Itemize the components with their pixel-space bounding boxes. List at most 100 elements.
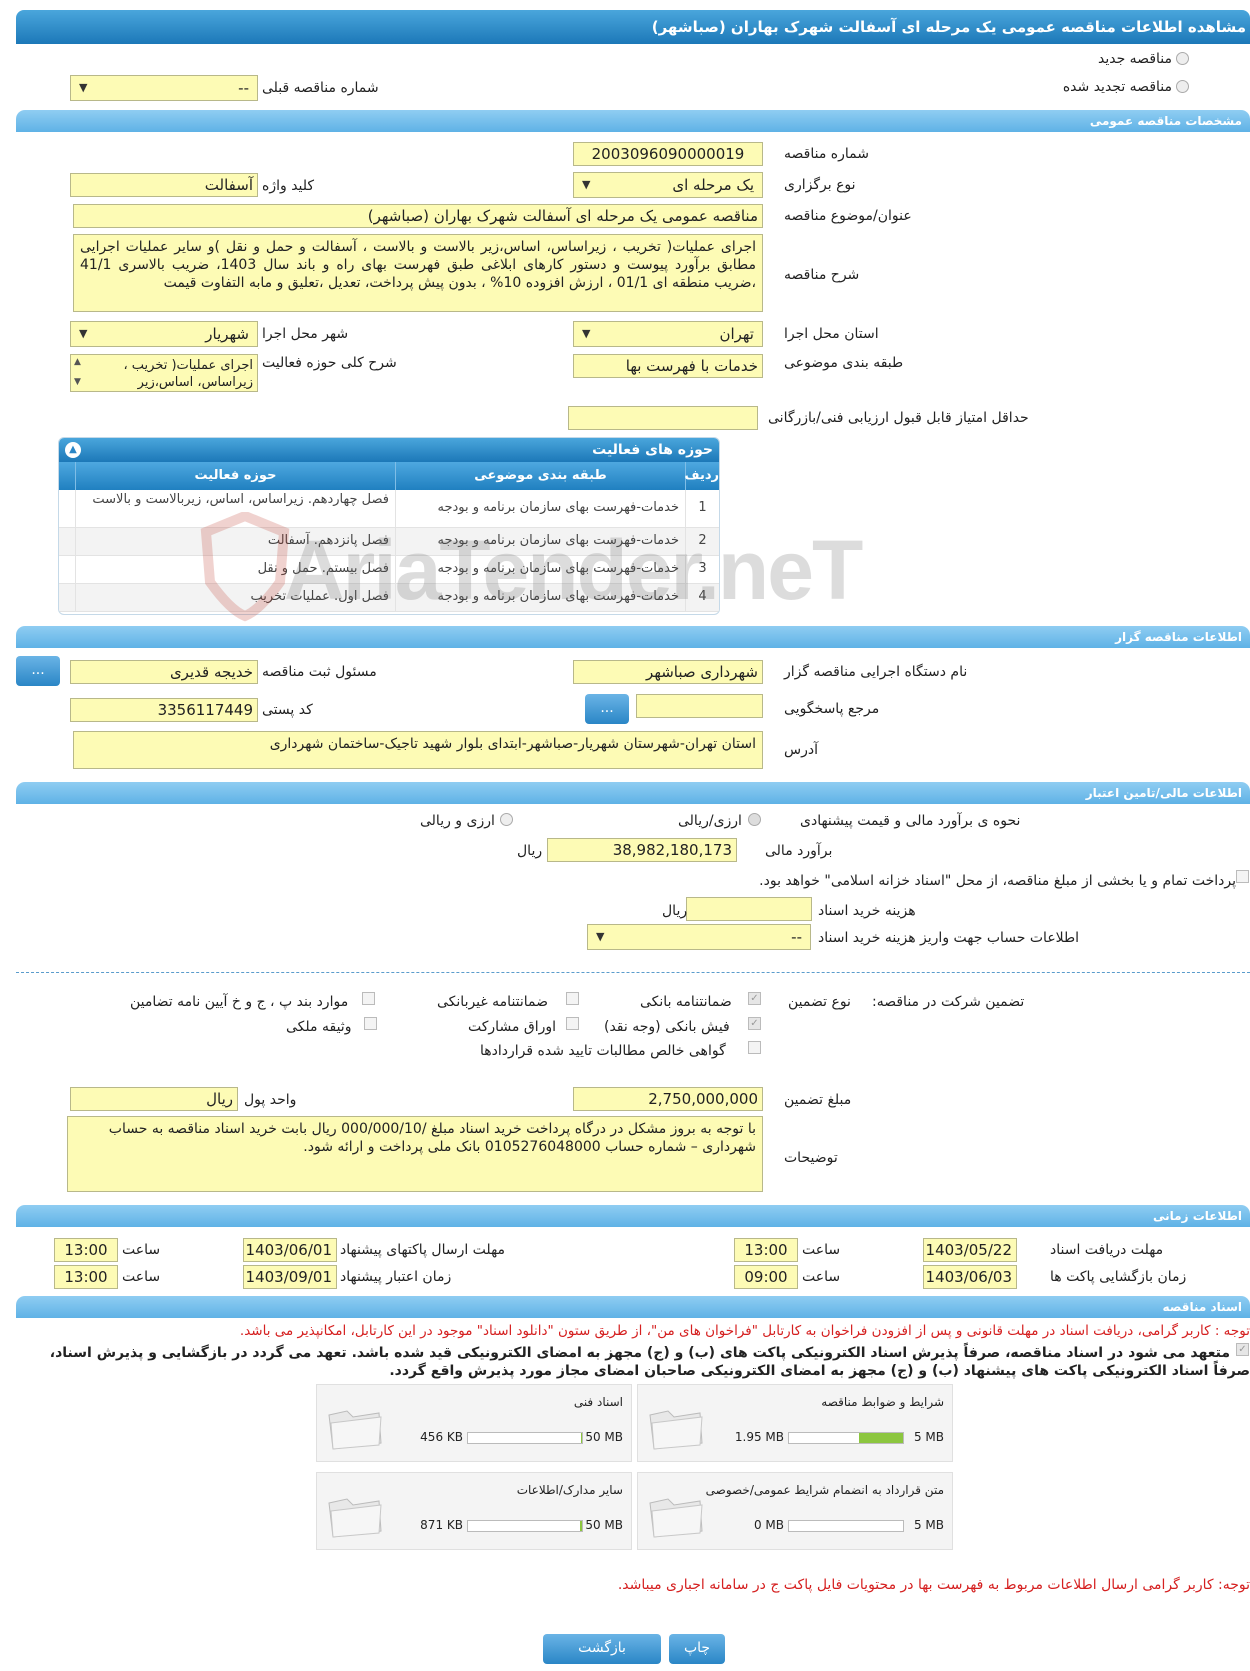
estimate-label: برآورد مالی <box>765 843 833 859</box>
claims-checkbox[interactable] <box>748 1041 761 1054</box>
rial-radio[interactable] <box>748 813 761 826</box>
activity-desc-text: اجرای عملیات( تخریب ، زیراساس، اساس،زیر <box>123 358 253 390</box>
doc-current-size: 0 MB <box>753 1518 784 1532</box>
doc-max-size: 50 MB <box>585 1430 623 1444</box>
open-time: 09:00 <box>734 1265 798 1289</box>
currency-field: ریال <box>70 1087 238 1111</box>
scroll-up-icon[interactable]: ▲ <box>74 357 81 367</box>
open-date: 1403/06/03 <box>923 1265 1017 1289</box>
folder-icon <box>328 1410 382 1450</box>
keyword-field: آسفالت <box>70 173 258 197</box>
progress-bar <box>467 1520 583 1532</box>
prev-number-label: شماره مناقصه قبلی <box>262 80 379 96</box>
receive-time-label: ساعت <box>802 1242 841 1258</box>
renewed-tender-label: مناقصه تجدید شده <box>1062 79 1172 95</box>
bank-receipt-label: فیش بانکی (وجه نقد) <box>604 1019 730 1035</box>
watermark-text: AriaTender.neT <box>284 523 863 617</box>
doc-file[interactable]: سایر مدارک/اطلاعات 50 MB 871 KB <box>316 1472 632 1550</box>
fx-label: ارزی و ریالی <box>420 813 495 829</box>
validity-date: 1403/09/01 <box>243 1265 337 1289</box>
doc-file[interactable]: اسناد فنی 50 MB 456 KB <box>316 1384 632 1462</box>
province-select[interactable]: تهران ▼ <box>573 321 763 347</box>
receive-date: 1403/05/22 <box>923 1238 1017 1262</box>
doc-max-size: 5 MB <box>913 1430 944 1444</box>
new-tender-radio[interactable] <box>1176 52 1189 65</box>
account-select[interactable]: -- ▼ <box>587 924 811 950</box>
docs-note: توجه : کاربر گرامی، دریافت اسناد در مهلت… <box>239 1323 1250 1339</box>
divider <box>16 972 1250 973</box>
chevron-down-icon: ▼ <box>79 327 88 340</box>
treasury-checkbox[interactable] <box>1236 870 1249 883</box>
org-label: نام دستگاه اجرایی مناقصه گزار <box>784 664 968 680</box>
activity-desc-field[interactable]: اجرای عملیات( تخریب ، زیراساس، اساس،زیر <box>70 354 258 392</box>
subject-field: مناقصه عمومی یک مرحله ای آسفالت شهرک بها… <box>73 204 763 228</box>
activity-desc-label: شرح کلی حوزه فعالیت <box>262 355 397 371</box>
doc-current-size: 456 KB <box>420 1430 463 1444</box>
items-bpc-checkbox[interactable] <box>362 992 375 1005</box>
doc-current-size: 1.95 MB <box>734 1430 784 1444</box>
folder-icon <box>328 1498 382 1538</box>
section-organizer: اطلاعات مناقصه گزار <box>16 626 1250 648</box>
validity-time-label: ساعت <box>122 1269 161 1285</box>
city-label: شهر محل اجرا <box>262 326 349 342</box>
back-button[interactable]: بازگشت <box>543 1634 661 1664</box>
docs-note-2: توجه: کاربر گرامی ارسال اطلاعات مربوط به… <box>617 1577 1250 1593</box>
chevron-down-icon: ▼ <box>582 327 591 340</box>
desc-field: اجرای عملیات( تخریب ، زیراساس، اساس،زیر … <box>73 234 763 312</box>
category-field: خدمات با فهرست بها <box>573 354 763 378</box>
resp-more-button[interactable]: ... <box>16 656 60 686</box>
min-score-label: حداقل امتیاز قابل قبول ارزیابی فنی/بازرگ… <box>768 410 1029 426</box>
new-tender-label: مناقصه جدید <box>1097 51 1172 67</box>
amount-label: مبلغ تضمین <box>784 1092 852 1108</box>
section-finance: اطلاعات مالی/تامین اعتبار <box>16 782 1250 804</box>
type-select[interactable]: یک مرحله ای ▼ <box>573 172 763 198</box>
resp-label: مسئول ثبت مناقصه <box>262 664 377 680</box>
section-timing: اطلاعات زمانی <box>16 1205 1250 1227</box>
doc-file[interactable]: شرایط و ضوابط مناقصه 5 MB 1.95 MB <box>637 1384 953 1462</box>
chevron-down-icon: ▼ <box>79 81 88 94</box>
scroll-down-icon[interactable]: ▼ <box>74 377 81 387</box>
items-bpc-label: موارد بند پ ، ج و خ آیین نامه تضامین <box>130 994 349 1010</box>
shield-icon <box>200 512 290 622</box>
watermark-logo: AriaTender.neT <box>200 512 863 622</box>
method-label: نحوه ی برآورد مالی و قیمت پیشنهادی <box>800 813 1021 829</box>
validity-label: زمان اعتبار پیشنهاد <box>340 1269 452 1285</box>
progress-fill <box>858 1433 903 1443</box>
folder-icon <box>649 1410 703 1450</box>
folder-icon <box>649 1498 703 1538</box>
claims-label: گواهی خالص مطالبات تایید شده قراردادها <box>480 1043 726 1059</box>
col-row: ردیف <box>684 462 719 490</box>
prev-number-select[interactable]: -- ▼ <box>70 75 258 101</box>
fx-radio[interactable] <box>500 813 513 826</box>
province-label: استان محل اجرا <box>784 326 879 342</box>
validity-time: 13:00 <box>54 1265 118 1289</box>
ref-more-button[interactable]: ... <box>585 694 629 724</box>
ref-label: مرجع پاسخگویی <box>784 701 880 717</box>
org-field: شهرداری صباشهر <box>573 660 763 684</box>
city-select[interactable]: شهریار ▼ <box>70 321 258 347</box>
estimate-unit: ریال <box>517 843 543 859</box>
doc-file[interactable]: متن قرارداد به انضمام شرایط عمومی/خصوصی … <box>637 1472 953 1550</box>
doc-file-name: متن قرارداد به انضمام شرایط عمومی/خصوصی <box>705 1483 944 1497</box>
activities-grid-title: حوزه های فعالیت ▲ <box>59 438 719 462</box>
bank-guarantee-label: ضمانتنامه بانکی <box>640 994 732 1010</box>
subject-label: عنوان/موضوع مناقصه <box>784 208 912 224</box>
tender-number-label: شماره مناقصه <box>784 146 869 162</box>
collapse-icon[interactable]: ▲ <box>65 442 81 458</box>
doc-fee-unit: ریال <box>662 903 688 919</box>
nonbank-guarantee-checkbox[interactable] <box>566 992 579 1005</box>
bonds-checkbox[interactable] <box>566 1017 579 1030</box>
renewed-tender-radio[interactable] <box>1176 80 1189 93</box>
commit-text: متعهد می شود در اسناد مناقصه، صرفاً پذیر… <box>49 1345 1250 1379</box>
bonds-label: اوراق مشارکت <box>468 1019 557 1035</box>
open-time-label: ساعت <box>802 1269 841 1285</box>
print-button[interactable]: چاپ <box>669 1634 725 1664</box>
section-general: مشخصات مناقصه عمومی <box>16 110 1250 132</box>
bank-guarantee-checkbox[interactable]: ✓ <box>748 992 761 1005</box>
property-checkbox[interactable] <box>364 1017 377 1030</box>
bank-receipt-checkbox[interactable]: ✓ <box>748 1017 761 1030</box>
nonbank-guarantee-label: ضمانتنامه غیربانکی <box>437 994 549 1010</box>
postal-field: 3356117449 <box>70 698 258 722</box>
type-label: نوع برگزاری <box>784 177 856 193</box>
account-label: اطلاعات حساب جهت واریز هزینه خرید اسناد <box>818 930 1080 946</box>
